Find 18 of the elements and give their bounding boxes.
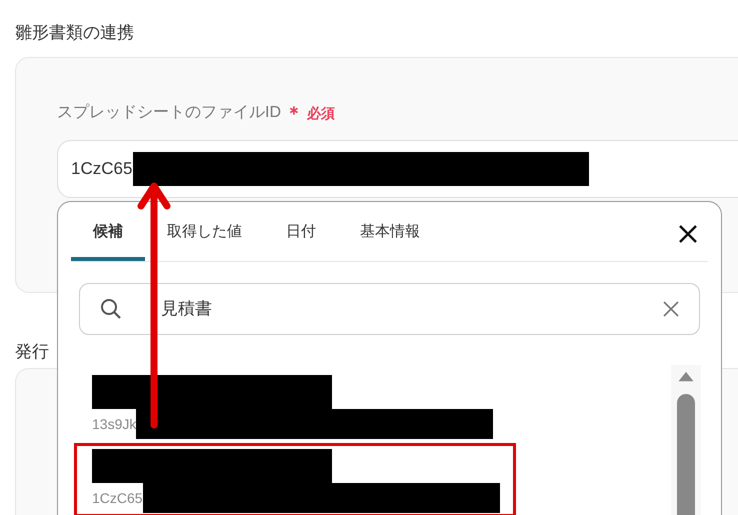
tab[interactable]: 日付 [264, 215, 338, 261]
search-icon [100, 298, 122, 320]
tab[interactable]: 取得した値 [145, 215, 264, 261]
file-id-field[interactable]: 1CzC65 [57, 140, 738, 198]
section-title: 雛形書類の連携 [15, 22, 135, 44]
tab[interactable]: 候補 [71, 215, 145, 261]
search-field[interactable]: 見積書 [79, 283, 700, 335]
tab[interactable]: 基本情報 [338, 215, 442, 261]
field-label: スプレッドシートのファイルID [57, 102, 281, 123]
required-mark: ＊ [285, 102, 303, 124]
scroll-up-icon[interactable] [677, 371, 695, 382]
close-icon[interactable] [678, 224, 698, 244]
result-item[interactable]: 13s9Jk [74, 369, 516, 443]
required-text: 必須 [307, 104, 335, 122]
section-title: 発行 [15, 341, 50, 363]
scroll-thumb[interactable] [677, 394, 695, 515]
result-item[interactable]: 1CzC65 [74, 443, 516, 515]
clear-icon[interactable] [663, 301, 679, 317]
